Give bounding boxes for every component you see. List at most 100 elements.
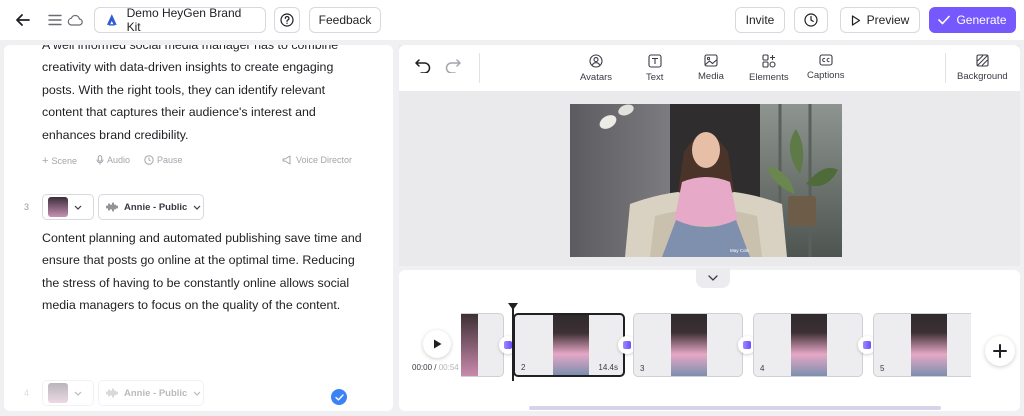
brand-kit-button[interactable]: Demo HeyGen Brand Kit <box>94 6 266 34</box>
clock-icon <box>804 13 818 27</box>
timeline-clip[interactable] <box>461 313 504 377</box>
history-button[interactable] <box>794 7 828 33</box>
megaphone-icon <box>282 155 291 165</box>
clip-frame <box>461 314 478 376</box>
timeline-panel: 00:00 / 00:54 2 14.4s 3 4 5 <box>399 268 1020 411</box>
chevron-down-icon <box>74 205 82 210</box>
script-paragraph-3[interactable]: Content planning and automated publishin… <box>42 227 362 317</box>
toolbar-label: Media <box>698 71 724 82</box>
chevron-down-icon <box>193 205 201 210</box>
add-scene-timeline-button[interactable] <box>985 336 1015 366</box>
avatar-selector[interactable] <box>42 194 94 220</box>
clip-number: 4 <box>760 364 765 373</box>
preview-button[interactable]: Preview <box>840 7 920 33</box>
voice-name: Annie - Public <box>124 201 188 213</box>
toolbar-divider <box>479 53 480 83</box>
voice-name: Annie - Public <box>124 387 188 399</box>
transition-icon <box>623 341 631 349</box>
redo-icon[interactable] <box>445 59 461 78</box>
toolbar-item-elements[interactable]: Elements <box>749 54 789 83</box>
preview-label: Preview <box>866 13 910 27</box>
script-panel: A well informed social media manager has… <box>4 45 393 411</box>
play-button[interactable] <box>423 330 451 358</box>
saved-check-icon <box>331 389 347 405</box>
image-icon <box>704 54 718 67</box>
audio-label: Audio <box>107 155 131 165</box>
toolbar-divider <box>945 53 946 83</box>
chevron-down-icon <box>708 275 718 281</box>
feedback-button[interactable]: Feedback <box>309 7 381 33</box>
elements-icon <box>762 54 776 68</box>
avatar-selector[interactable] <box>42 380 94 406</box>
video-frame: May Cole <box>570 104 842 257</box>
waveform-icon <box>106 388 118 398</box>
timeline-clip-selected[interactable]: 2 14.4s <box>513 313 625 377</box>
editor-panel: Avatars Text Media Elements Captions Bac… <box>399 45 1020 266</box>
toolbar-item-media[interactable]: Media <box>698 54 724 82</box>
back-arrow-icon[interactable] <box>12 9 34 31</box>
timeline-clip[interactable]: 5 <box>873 313 971 377</box>
add-pause-button[interactable]: Pause <box>144 155 183 165</box>
transition-icon <box>863 341 871 349</box>
generate-button[interactable]: Generate <box>929 7 1016 33</box>
voice-director-button[interactable]: Voice Director <box>282 155 352 165</box>
timeline-scrollbar[interactable] <box>529 406 941 410</box>
play-outline-icon <box>851 14 860 26</box>
toolbar-item-background[interactable]: Background <box>957 54 1008 82</box>
scene-tool-row: + Scene Audio Pause Voice Director <box>42 155 354 169</box>
help-icon <box>280 13 294 27</box>
chevron-down-icon <box>74 391 82 396</box>
background-icon <box>976 54 989 67</box>
waveform-icon <box>106 202 118 212</box>
clip-duration: 14.4s <box>598 363 618 372</box>
timeline-clip[interactable]: 3 <box>633 313 743 377</box>
current-time: 00:00 <box>412 363 433 372</box>
text-icon <box>648 54 662 68</box>
avatar-thumbnail <box>48 383 68 403</box>
invite-button[interactable]: Invite <box>735 7 785 33</box>
toolbar-label: Elements <box>749 72 789 83</box>
toolbar-item-captions[interactable]: Captions <box>807 54 845 81</box>
pause-label: Pause <box>157 155 183 165</box>
generate-label: Generate <box>956 13 1007 27</box>
timecode: 00:00 / 00:54 <box>412 363 459 372</box>
microphone-icon <box>96 155 104 165</box>
editor-toolbar: Avatars Text Media Elements Captions Bac… <box>399 45 1020 91</box>
plus-icon <box>993 344 1007 358</box>
add-audio-button[interactable]: Audio <box>96 155 130 165</box>
pause-icon <box>144 155 154 165</box>
cloud-icon <box>66 11 84 29</box>
help-button[interactable] <box>274 7 300 33</box>
scene-number: 4 <box>24 388 30 398</box>
toolbar-label: Captions <box>807 70 845 81</box>
avatar-thumbnail <box>48 197 68 217</box>
total-time: 00:54 <box>438 363 459 372</box>
plus-icon: + <box>42 155 49 167</box>
check-icon <box>938 15 951 25</box>
voice-director-label: Voice Director <box>296 155 353 165</box>
toolbar-item-text[interactable]: Text <box>646 54 663 83</box>
top-bar: Demo HeyGen Brand Kit Feedback Invite Pr… <box>0 0 1024 40</box>
scene-label: Scene <box>51 156 77 166</box>
clip-frame <box>791 314 827 376</box>
clip-number: 2 <box>521 363 526 372</box>
undo-icon[interactable] <box>415 59 431 78</box>
add-scene-button[interactable]: + Scene <box>42 155 77 167</box>
playhead[interactable] <box>512 303 514 381</box>
toolbar-label: Avatars <box>580 72 613 83</box>
toolbar-item-avatars[interactable]: Avatars <box>580 54 612 83</box>
collapse-timeline-button[interactable] <box>696 268 730 288</box>
script-paragraph-2[interactable]: A well informed social media manager has… <box>42 45 362 146</box>
time-separator: / <box>432 363 439 372</box>
brand-kit-icon <box>106 14 117 26</box>
timeline-clip[interactable]: 4 <box>753 313 863 377</box>
menu-icon[interactable] <box>46 11 64 29</box>
clip-number: 3 <box>640 364 645 373</box>
clip-number: 5 <box>880 364 885 373</box>
toolbar-label: Background <box>957 71 1008 82</box>
video-canvas[interactable]: May Cole <box>570 104 842 257</box>
voice-selector[interactable]: Annie - Public <box>98 380 204 406</box>
clip-frame <box>553 315 589 375</box>
voice-selector[interactable]: Annie - Public <box>98 194 204 220</box>
transition-icon <box>504 341 512 349</box>
